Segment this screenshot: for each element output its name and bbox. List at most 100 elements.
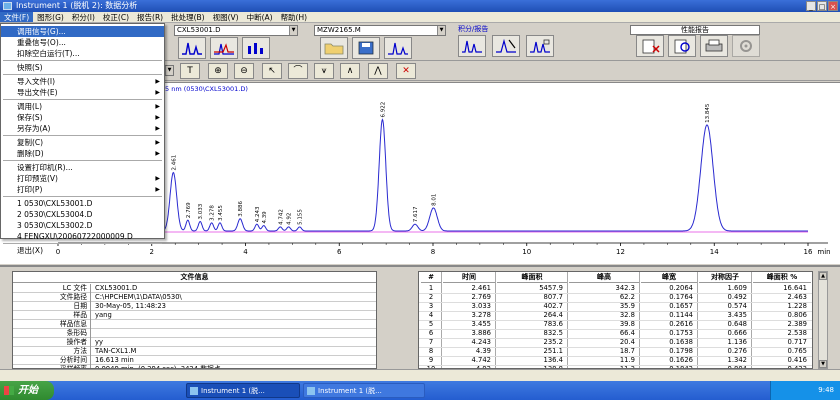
column-header[interactable]: 时间: [443, 272, 495, 283]
peak-table-cell: 1.342: [727, 356, 747, 364]
method-info-button[interactable]: [384, 37, 412, 59]
file-menu-item-0[interactable]: 调用信号(G)...: [1, 26, 164, 37]
integrate-button[interactable]: [458, 35, 486, 57]
minimize-button[interactable]: _: [806, 1, 816, 11]
peak-table-cell: 402.7: [543, 302, 563, 310]
app-icon: [3, 2, 12, 10]
chromatogram-icon: [182, 42, 202, 55]
performance-report-label: 性能报告: [630, 25, 760, 35]
peak-table-cell: 0.416: [787, 356, 807, 364]
file-menu-item-10[interactable]: 删除(D) ▶: [1, 148, 164, 159]
file-menu-item-4[interactable]: 导入文件(I) ▶: [1, 76, 164, 87]
peak-shape-button[interactable]: ∧: [340, 63, 360, 79]
maximize-button[interactable]: □: [817, 1, 827, 11]
baseline-tool-button[interactable]: ⌒: [288, 63, 308, 79]
baseline-icon: ⌒: [293, 66, 303, 76]
file-menu-item-17[interactable]: 4 FENGXU\20060722000009.D: [1, 231, 164, 242]
save-method-button[interactable]: [352, 37, 380, 59]
submenu-arrow-icon: ▶: [155, 89, 160, 96]
performance-preview-button[interactable]: [668, 35, 696, 57]
load-signal-button[interactable]: [178, 37, 206, 59]
menu-2[interactable]: 积分(I): [68, 12, 99, 22]
scroll-up-icon[interactable]: ▲: [819, 272, 827, 280]
peak-table-cell: 2.769: [471, 293, 491, 301]
column-header[interactable]: 对称因子: [699, 272, 751, 283]
file-menu-item-6[interactable]: 调用(L) ▶: [1, 101, 164, 112]
load-method-button[interactable]: [320, 37, 348, 59]
file-menu-item-1[interactable]: 重叠信号(O)...: [1, 37, 164, 48]
delete-peak-button[interactable]: ✕: [396, 63, 416, 79]
file-menu-item-11[interactable]: 设置打印机(R)...: [1, 162, 164, 173]
menu-item-label: 导出文件(E): [17, 88, 58, 97]
file-info-row: LC 文件 CXL53001.D: [13, 284, 376, 293]
file-menu-item-9[interactable]: 复制(C) ▶: [1, 137, 164, 148]
x-tick-label: 4: [243, 248, 248, 256]
menu-7[interactable]: 中断(A): [243, 12, 277, 22]
file-menu-item-13[interactable]: 打印(P) ▶: [1, 184, 164, 195]
start-label: 开始: [18, 385, 38, 396]
menu-1[interactable]: 图形(G): [33, 12, 68, 22]
overlay-signal-button[interactable]: [210, 37, 238, 59]
file-menu-item-5[interactable]: 导出文件(E) ▶: [1, 87, 164, 98]
text-tool-button[interactable]: T: [180, 63, 200, 79]
menu-8[interactable]: 帮助(H): [277, 12, 312, 22]
submenu-arrow-icon: ▶: [155, 125, 160, 132]
menu-item-label: 打印预览(V): [17, 174, 58, 183]
task-instrument-1[interactable]: Instrument 1 (脱...: [186, 383, 300, 398]
tangent-skim-button[interactable]: ⋀: [368, 63, 388, 79]
method-chart-icon: [388, 42, 408, 55]
zoom-in-button[interactable]: ⊕: [208, 63, 228, 79]
menu-0[interactable]: 文件(F): [0, 12, 34, 22]
zoom-out-button[interactable]: ⊖: [234, 63, 254, 79]
performance-print-button[interactable]: [700, 35, 728, 57]
scroll-down-icon[interactable]: ▼: [819, 360, 827, 368]
column-header[interactable]: 峰面积: [497, 272, 567, 283]
file-menu-item-16[interactable]: 3 0530\CXL53002.D: [1, 220, 164, 231]
file-menu-item-12[interactable]: 打印预览(V) ▶: [1, 173, 164, 184]
start-button[interactable]: 开始: [0, 381, 54, 400]
file-menu-item-2[interactable]: 扣除空白运行(T)...: [1, 48, 164, 59]
menu-separator: [3, 60, 162, 61]
file-info-value: 16.613 min: [95, 356, 134, 364]
column-header[interactable]: 峰面积 %: [753, 272, 811, 283]
integration-events-button[interactable]: [492, 35, 520, 57]
menu-item-label: 1 0530\CXL53001.D: [17, 199, 93, 208]
results-area: 文件信息 LC 文件 CXL53001.D 文件路径 C:\HPCHEM\1\DATA…: [0, 265, 840, 369]
menu-item-label: 导入文件(I): [17, 77, 56, 86]
task-instrument-2[interactable]: Instrument 1 (脱...: [303, 383, 425, 398]
file-menu-item-3[interactable]: 快照(S): [1, 62, 164, 73]
menu-6[interactable]: 视图(V): [209, 12, 243, 22]
method-combo[interactable]: MZW2165.M ▼: [314, 25, 446, 36]
select-tool-button[interactable]: ↖: [262, 63, 282, 79]
close-button[interactable]: ×: [828, 1, 838, 11]
x-tick-label: 14: [710, 248, 719, 256]
chevron-down-icon: ▼: [165, 66, 173, 75]
column-header[interactable]: #: [421, 272, 441, 283]
report-button[interactable]: [526, 35, 554, 57]
status-bar: [0, 369, 840, 381]
signal-combo[interactable]: CXL53001.D ▼: [174, 25, 298, 36]
peak-table-cell: 39.8: [619, 320, 635, 328]
column-header[interactable]: 峰宽: [641, 272, 697, 283]
system-tray: 9:48: [770, 381, 840, 400]
file-info-row: 文件路径 C:\HPCHEM\1\DATA\0530\: [13, 293, 376, 302]
menu-4[interactable]: 报告(R): [133, 12, 167, 22]
file-info-key: 文件路径: [13, 293, 91, 302]
file-menu-item-7[interactable]: 保存(S) ▶: [1, 112, 164, 123]
peak-label: 3.033: [198, 203, 204, 219]
menu-5[interactable]: 批处理(B): [167, 12, 209, 22]
signal-options-button[interactable]: [242, 37, 270, 59]
performance-settings-button[interactable]: [732, 35, 760, 57]
integrate-icon: [462, 40, 482, 53]
menu-item-label: 复制(C): [17, 138, 44, 147]
file-info-row: 日期 30-May-05, 11:48:23: [13, 302, 376, 311]
menu-3[interactable]: 校正(C): [99, 12, 133, 22]
file-menu-item-8[interactable]: 另存为(A) ▶: [1, 123, 164, 134]
file-menu-item-18[interactable]: 退出(X): [1, 245, 164, 256]
split-peak-button[interactable]: ⩛: [314, 63, 334, 79]
column-header[interactable]: 峰高: [569, 272, 639, 283]
file-menu-item-14[interactable]: 1 0530\CXL53001.D: [1, 198, 164, 209]
file-menu-item-15[interactable]: 2 0530\CXL53004.D: [1, 209, 164, 220]
vertical-scrollbar[interactable]: ▲ ▼: [818, 271, 828, 369]
performance-calc-button[interactable]: [636, 35, 664, 57]
